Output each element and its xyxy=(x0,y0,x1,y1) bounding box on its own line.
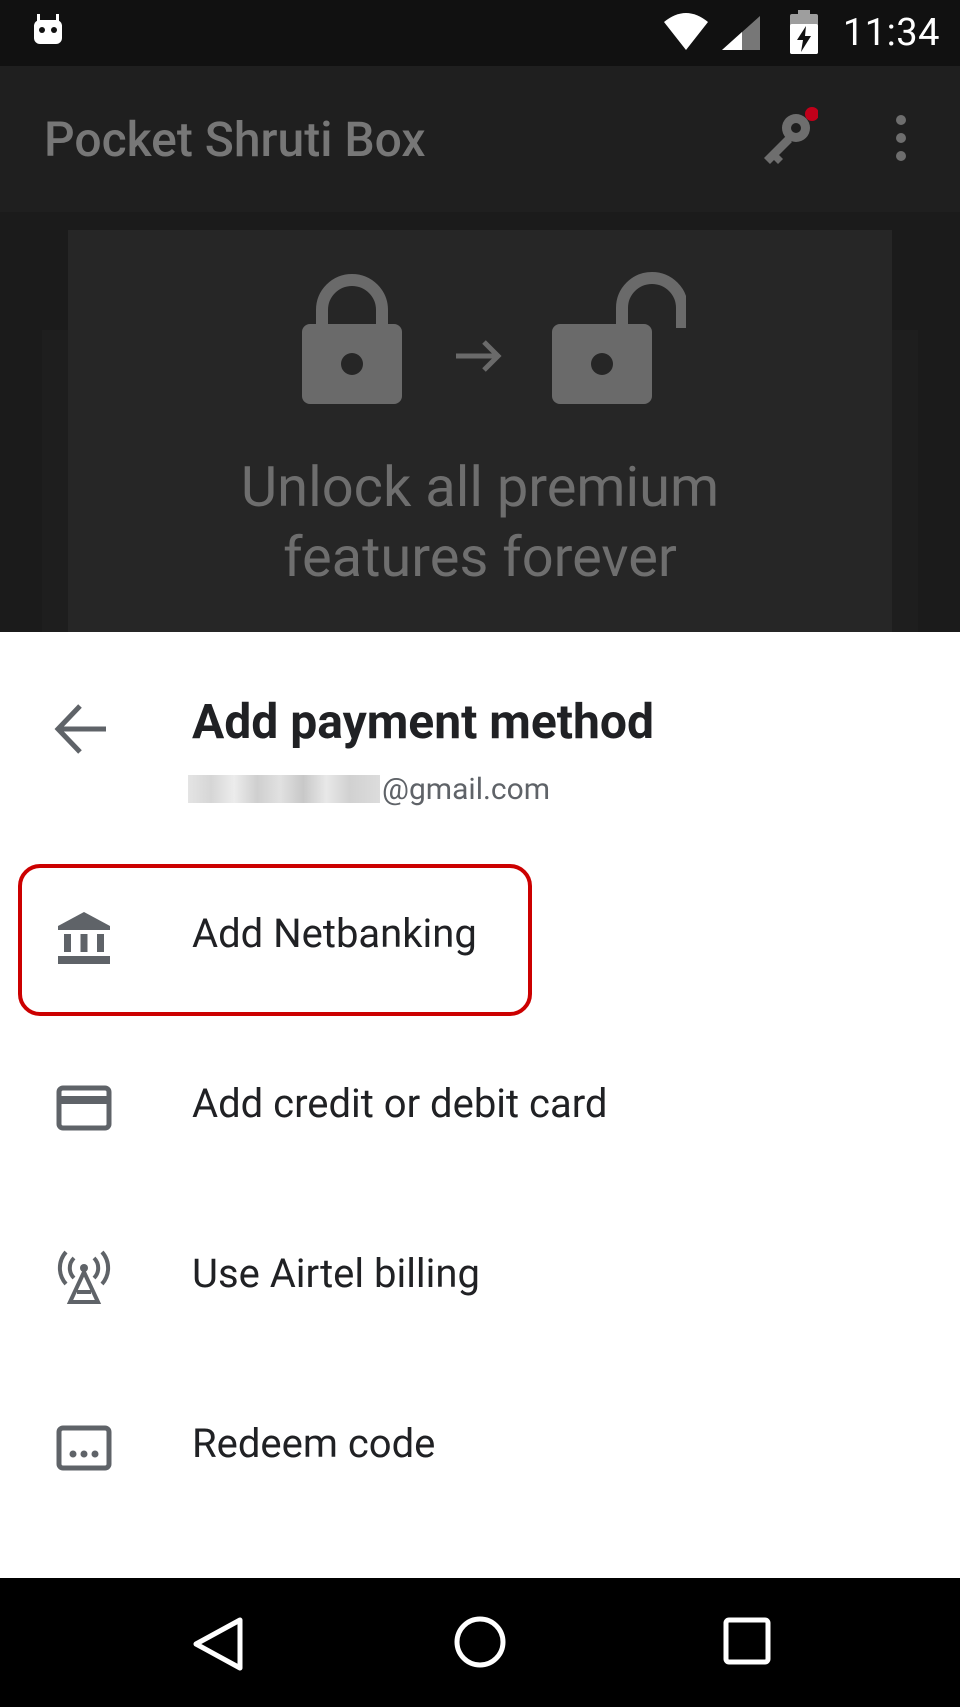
status-bar: 11:34 xyxy=(0,0,960,66)
wifi-icon xyxy=(664,13,708,50)
credit-card-icon xyxy=(56,1085,112,1131)
arrow-right-icon xyxy=(456,340,502,372)
option-label: Add Netbanking xyxy=(192,910,477,957)
bank-icon xyxy=(58,912,110,964)
more-vert-icon[interactable] xyxy=(884,112,918,164)
navigation-bar xyxy=(0,1578,960,1707)
nav-home-icon[interactable] xyxy=(452,1614,508,1670)
option-airtel-billing[interactable]: Use Airtel billing xyxy=(0,1204,960,1344)
app-title: Pocket Shruti Box xyxy=(44,111,426,168)
sheet-title: Add payment method xyxy=(192,693,655,750)
option-label: Add credit or debit card xyxy=(192,1080,608,1127)
app-bar: Pocket Shruti Box xyxy=(0,66,960,212)
battery-charging-icon xyxy=(790,10,818,54)
unlock-line-2: features forever xyxy=(283,524,677,590)
android-icon xyxy=(34,14,62,44)
nav-recents-icon[interactable] xyxy=(722,1616,772,1666)
lock-closed-icon xyxy=(302,274,402,404)
option-add-netbanking[interactable]: Add Netbanking xyxy=(0,864,960,1004)
antenna-icon xyxy=(57,1250,111,1304)
nav-back-icon[interactable] xyxy=(190,1614,246,1674)
option-add-card[interactable]: Add credit or debit card xyxy=(0,1034,960,1174)
option-label: Redeem code xyxy=(192,1420,436,1467)
key-icon[interactable] xyxy=(756,106,818,168)
status-clock: 11:34 xyxy=(842,11,940,55)
option-redeem-code[interactable]: Redeem code xyxy=(0,1374,960,1514)
lock-open-icon xyxy=(552,272,686,404)
blurred-username xyxy=(188,775,380,803)
back-arrow-icon[interactable] xyxy=(50,698,112,760)
screen: 11:34 Pocket Shruti Box Unlock all premi… xyxy=(0,0,960,1707)
account-email: @gmail.com xyxy=(188,768,550,810)
unlock-premium-text: Unlock all premium features forever xyxy=(0,452,960,592)
option-label: Use Airtel billing xyxy=(192,1250,480,1297)
background-content: Unlock all premium features forever xyxy=(0,212,960,632)
unlock-line-1: Unlock all premium xyxy=(240,454,720,520)
signal-icon xyxy=(722,16,760,50)
account-domain: @gmail.com xyxy=(382,771,551,807)
add-payment-sheet: Add payment method @gmail.com Add Netban… xyxy=(0,632,960,1578)
redeem-code-icon xyxy=(56,1425,112,1471)
